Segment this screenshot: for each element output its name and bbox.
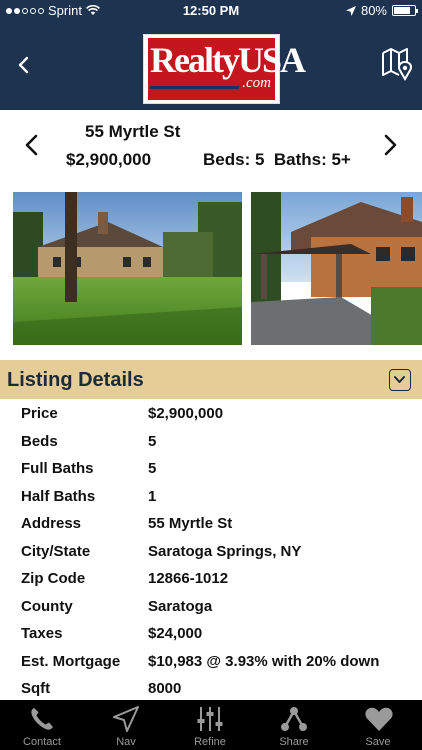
bottom-tab-bar: Contact Nav Refine Share Save — [0, 700, 422, 750]
detail-label: Taxes — [21, 625, 63, 642]
listing-details-header[interactable]: Listing Details — [0, 360, 422, 399]
tab-label: Nav — [116, 736, 136, 748]
sliders-icon — [197, 707, 223, 731]
map-button[interactable] — [380, 46, 414, 82]
detail-row: Full Baths 5 — [0, 455, 422, 483]
phone-icon — [31, 708, 53, 730]
realtyusa-logo: RealtyUSA .com — [143, 34, 306, 104]
detail-label: Beds — [21, 432, 58, 450]
detail-label: Address — [21, 515, 82, 532]
detail-row: Address 55 Myrtle St — [0, 510, 422, 538]
detail-row: Beds 5 — [0, 428, 422, 456]
next-listing-button[interactable] — [378, 132, 402, 158]
tab-label: Refine — [194, 736, 226, 748]
tab-label: Save — [365, 736, 391, 748]
detail-value: 5 — [148, 460, 157, 477]
detail-row: Sqft 8000 — [0, 675, 422, 703]
detail-row: Est. Mortgage $10,983 @ 3.93% with 20% do… — [0, 648, 422, 676]
detail-label: Sqft — [21, 680, 51, 697]
detail-label: Full Baths — [21, 460, 94, 477]
detail-label: City/State — [21, 542, 91, 560]
collapse-toggle-button[interactable] — [389, 369, 411, 391]
tab-label: Contact — [23, 736, 61, 748]
tab-label: Share — [279, 736, 309, 748]
detail-row: County Saratoga — [0, 593, 422, 621]
listing-summary: 55 Myrtle St $2,900,000 Beds: 5 Baths: 5… — [0, 110, 422, 180]
detail-label: Half Baths — [21, 487, 96, 505]
detail-value: 8000 — [148, 680, 182, 697]
tab-refine[interactable]: Refine — [168, 700, 252, 750]
detail-value: Saratoga Springs, NY — [148, 542, 302, 560]
detail-row: Half Baths 1 — [0, 483, 422, 511]
battery-percent: 80% — [360, 3, 387, 18]
listing-beds-baths: Beds: 5 Baths: 5+ — [203, 150, 351, 169]
chevron-right-icon — [384, 134, 397, 156]
listing-details-table: Price $2,900,000 Beds 5 Full Baths 5 Half B… — [0, 400, 422, 703]
listing-price: $2,900,000 — [66, 150, 152, 169]
detail-value: Saratoga — [148, 597, 213, 615]
detail-value: $10,983 @ 3.93% with 20% down — [148, 652, 380, 670]
battery-icon — [392, 5, 418, 16]
logo-suffix: .com — [242, 75, 271, 92]
previous-listing-button[interactable] — [20, 132, 44, 158]
detail-value: 5 — [148, 432, 157, 450]
tab-save[interactable]: Save — [336, 700, 420, 750]
detail-value: 12866-1012 — [148, 570, 229, 587]
map-pin-icon — [382, 48, 412, 81]
listing-street: 55 Myrtle St — [85, 122, 181, 141]
tab-nav[interactable]: Nav — [84, 700, 168, 750]
share-icon — [281, 707, 307, 731]
detail-value: $24,000 — [148, 625, 203, 642]
listing-photo-entrance[interactable] — [251, 192, 422, 345]
detail-label: Est. Mortgage — [21, 652, 121, 670]
navigation-icon — [113, 706, 139, 732]
logo-text: RealtyUSA — [150, 40, 306, 80]
detail-row: Price $2,900,000 — [0, 400, 422, 428]
detail-row: City/State Saratoga Springs, NY — [0, 538, 422, 566]
top-header: Sprint 12:50 PM 80% RealtyUSA .com — [0, 0, 422, 110]
listing-photo-front[interactable] — [13, 192, 242, 345]
chevron-down-icon — [394, 376, 405, 383]
tab-share[interactable]: Share — [252, 700, 336, 750]
detail-label: Price — [21, 405, 58, 422]
detail-value: $2,900,000 — [148, 405, 224, 422]
detail-value: 1 — [148, 487, 157, 505]
back-button[interactable] — [10, 50, 40, 80]
chevron-left-icon — [18, 56, 29, 74]
location-arrow-icon — [345, 5, 356, 16]
status-bar: Sprint 12:50 PM 80% — [0, 0, 422, 22]
detail-value: 55 Myrtle St — [148, 515, 233, 532]
detail-label: Zip Code — [21, 570, 86, 587]
detail-row: Taxes $24,000 — [0, 620, 422, 648]
detail-row: Zip Code 12866-1012 — [0, 565, 422, 593]
listing-details-title: Listing Details — [7, 369, 144, 391]
detail-label: County — [21, 597, 73, 615]
heart-icon — [365, 707, 393, 731]
tab-contact[interactable]: Contact — [0, 700, 84, 750]
chevron-left-icon — [25, 134, 38, 156]
